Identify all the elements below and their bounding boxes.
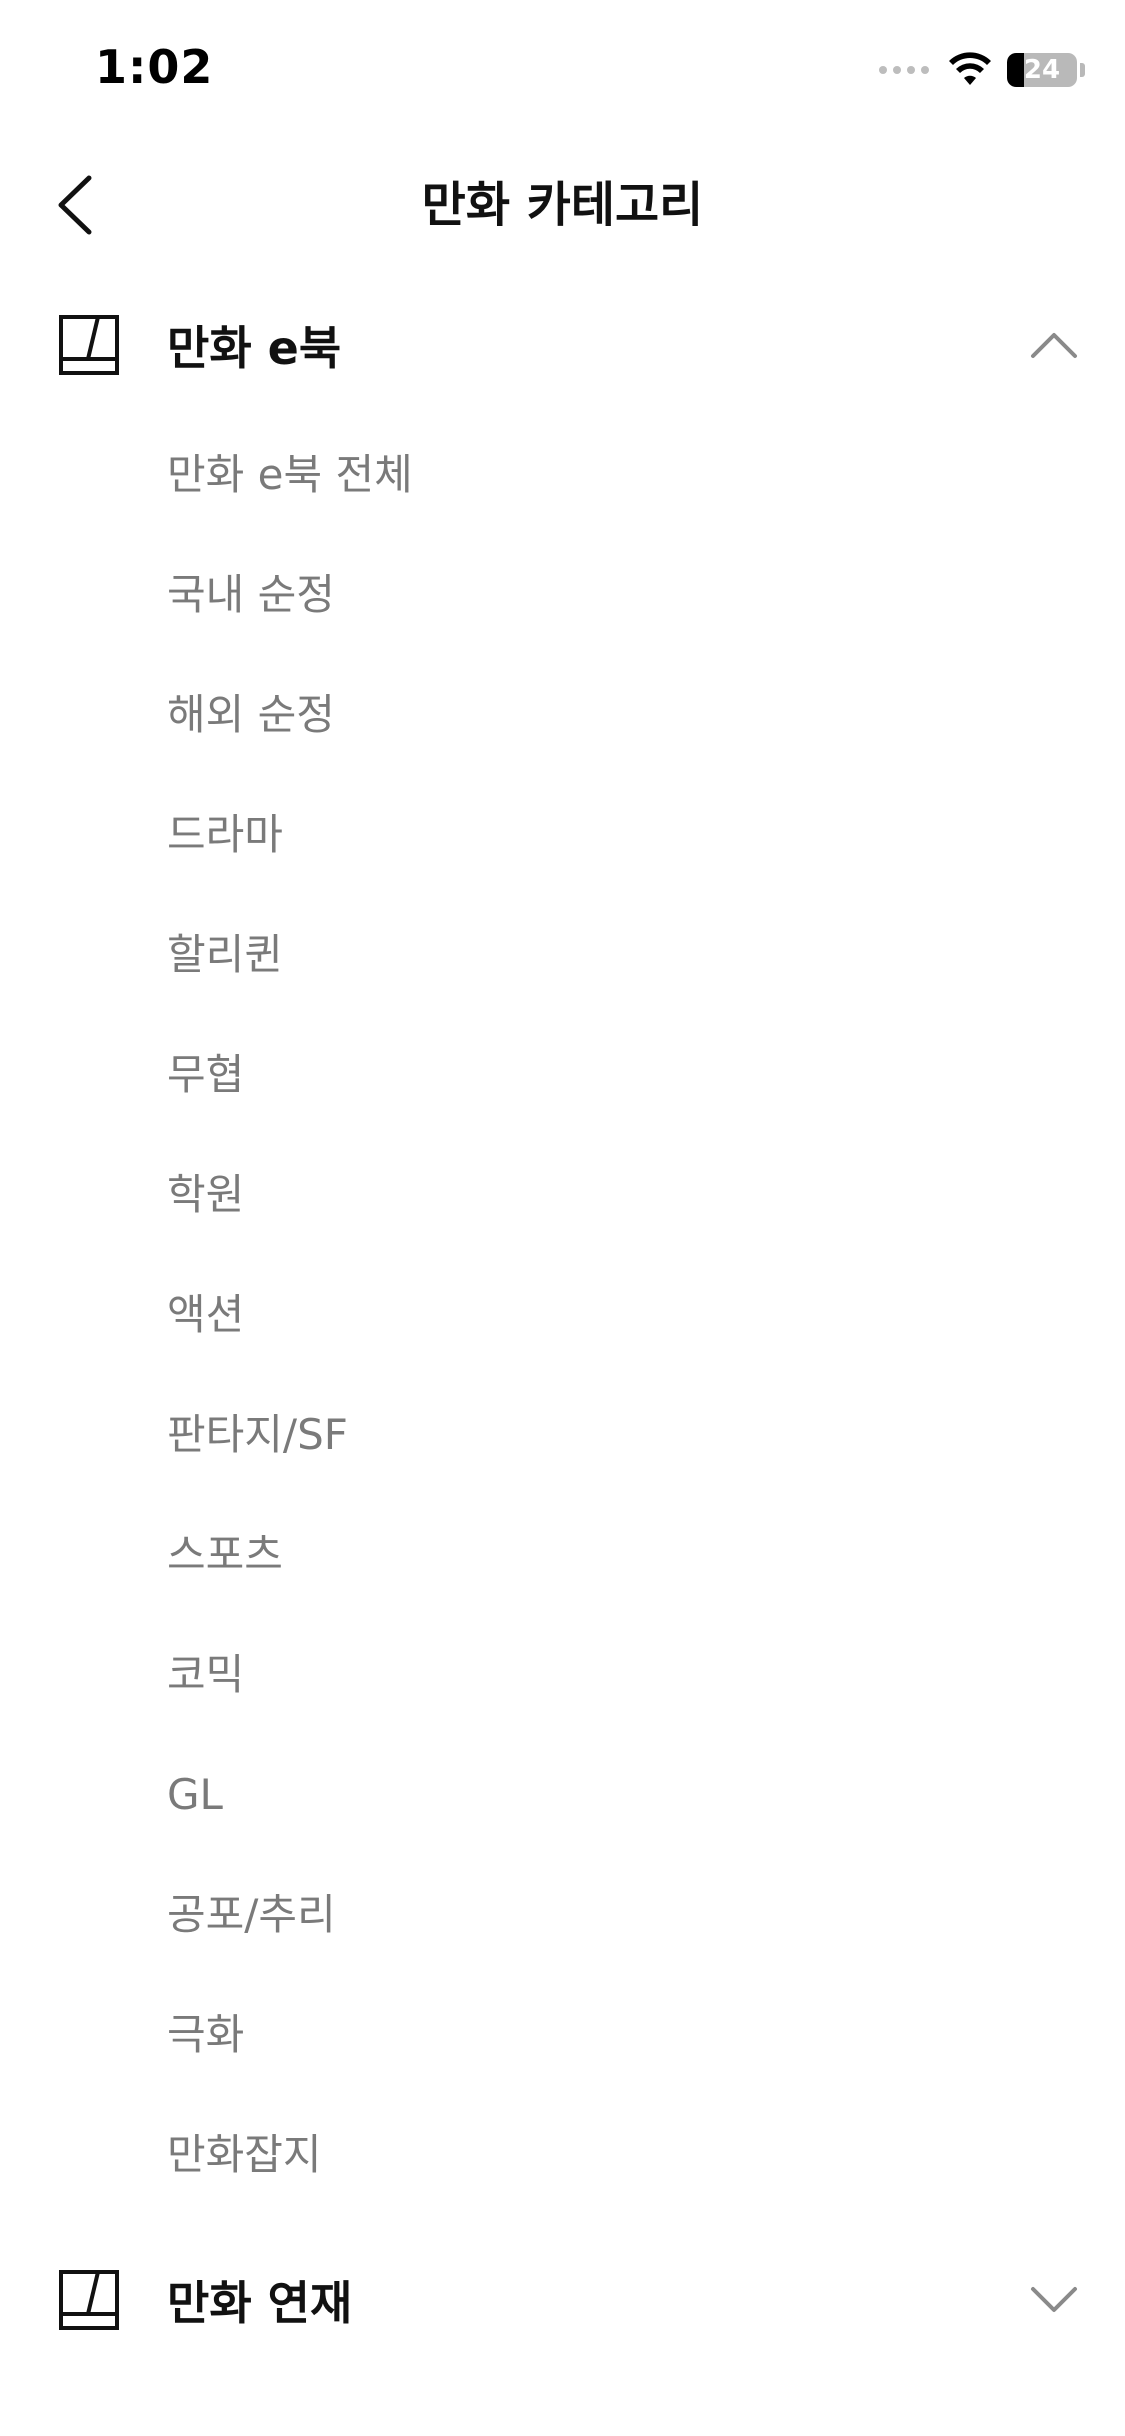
subcategory-item[interactable]: 공포/추리	[0, 1855, 1125, 1975]
section-label: 만화 연재	[167, 2276, 353, 2330]
battery-icon: 24	[1007, 53, 1077, 87]
status-time: 1:02	[95, 40, 214, 94]
section-label: 만화 e북	[167, 321, 342, 375]
subcategory-item[interactable]: 할리퀸	[0, 895, 1125, 1015]
navigation-bar: 만화 카테고리	[0, 140, 1125, 270]
subcategory-item[interactable]: GL	[0, 1735, 1125, 1855]
battery-level: 24	[1023, 55, 1061, 85]
book-icon	[59, 315, 119, 375]
wifi-icon	[949, 52, 991, 85]
subcategory-item[interactable]: 무협	[0, 1015, 1125, 1135]
book-icon	[59, 2270, 119, 2330]
subcategory-item[interactable]: 액션	[0, 1255, 1125, 1375]
status-indicators: 24	[879, 50, 1085, 90]
page-title: 만화 카테고리	[421, 177, 704, 233]
subcategory-list: 만화 e북 전체 국내 순정 해외 순정 드라마 할리퀸 무협 학원 액션 판타…	[0, 415, 1125, 2215]
chevron-up-icon	[1031, 333, 1077, 358]
chevron-down-icon	[1031, 2287, 1077, 2312]
subcategory-item[interactable]: 코믹	[0, 1615, 1125, 1735]
status-bar: 1:02 24	[0, 0, 1125, 140]
section-comic-ebook: 만화 e북 만화 e북 전체 국내 순정 해외 순정 드라마 할리퀸 무협 학원…	[0, 275, 1125, 2215]
cellular-signal-icon	[879, 66, 929, 74]
subcategory-item[interactable]: 스포츠	[0, 1495, 1125, 1615]
section-comic-serial: 만화 연재	[0, 2230, 1125, 2370]
subcategory-item[interactable]: 만화 e북 전체	[0, 415, 1125, 535]
subcategory-item[interactable]: 국내 순정	[0, 535, 1125, 655]
subcategory-item[interactable]: 해외 순정	[0, 655, 1125, 775]
subcategory-item[interactable]: 학원	[0, 1135, 1125, 1255]
section-header-comic-ebook[interactable]: 만화 e북	[0, 275, 1125, 415]
subcategory-item[interactable]: 판타지/SF	[0, 1375, 1125, 1495]
subcategory-item[interactable]: 드라마	[0, 775, 1125, 895]
section-header-comic-serial[interactable]: 만화 연재	[0, 2230, 1125, 2370]
subcategory-item[interactable]: 만화잡지	[0, 2095, 1125, 2215]
subcategory-item[interactable]: 극화	[0, 1975, 1125, 2095]
